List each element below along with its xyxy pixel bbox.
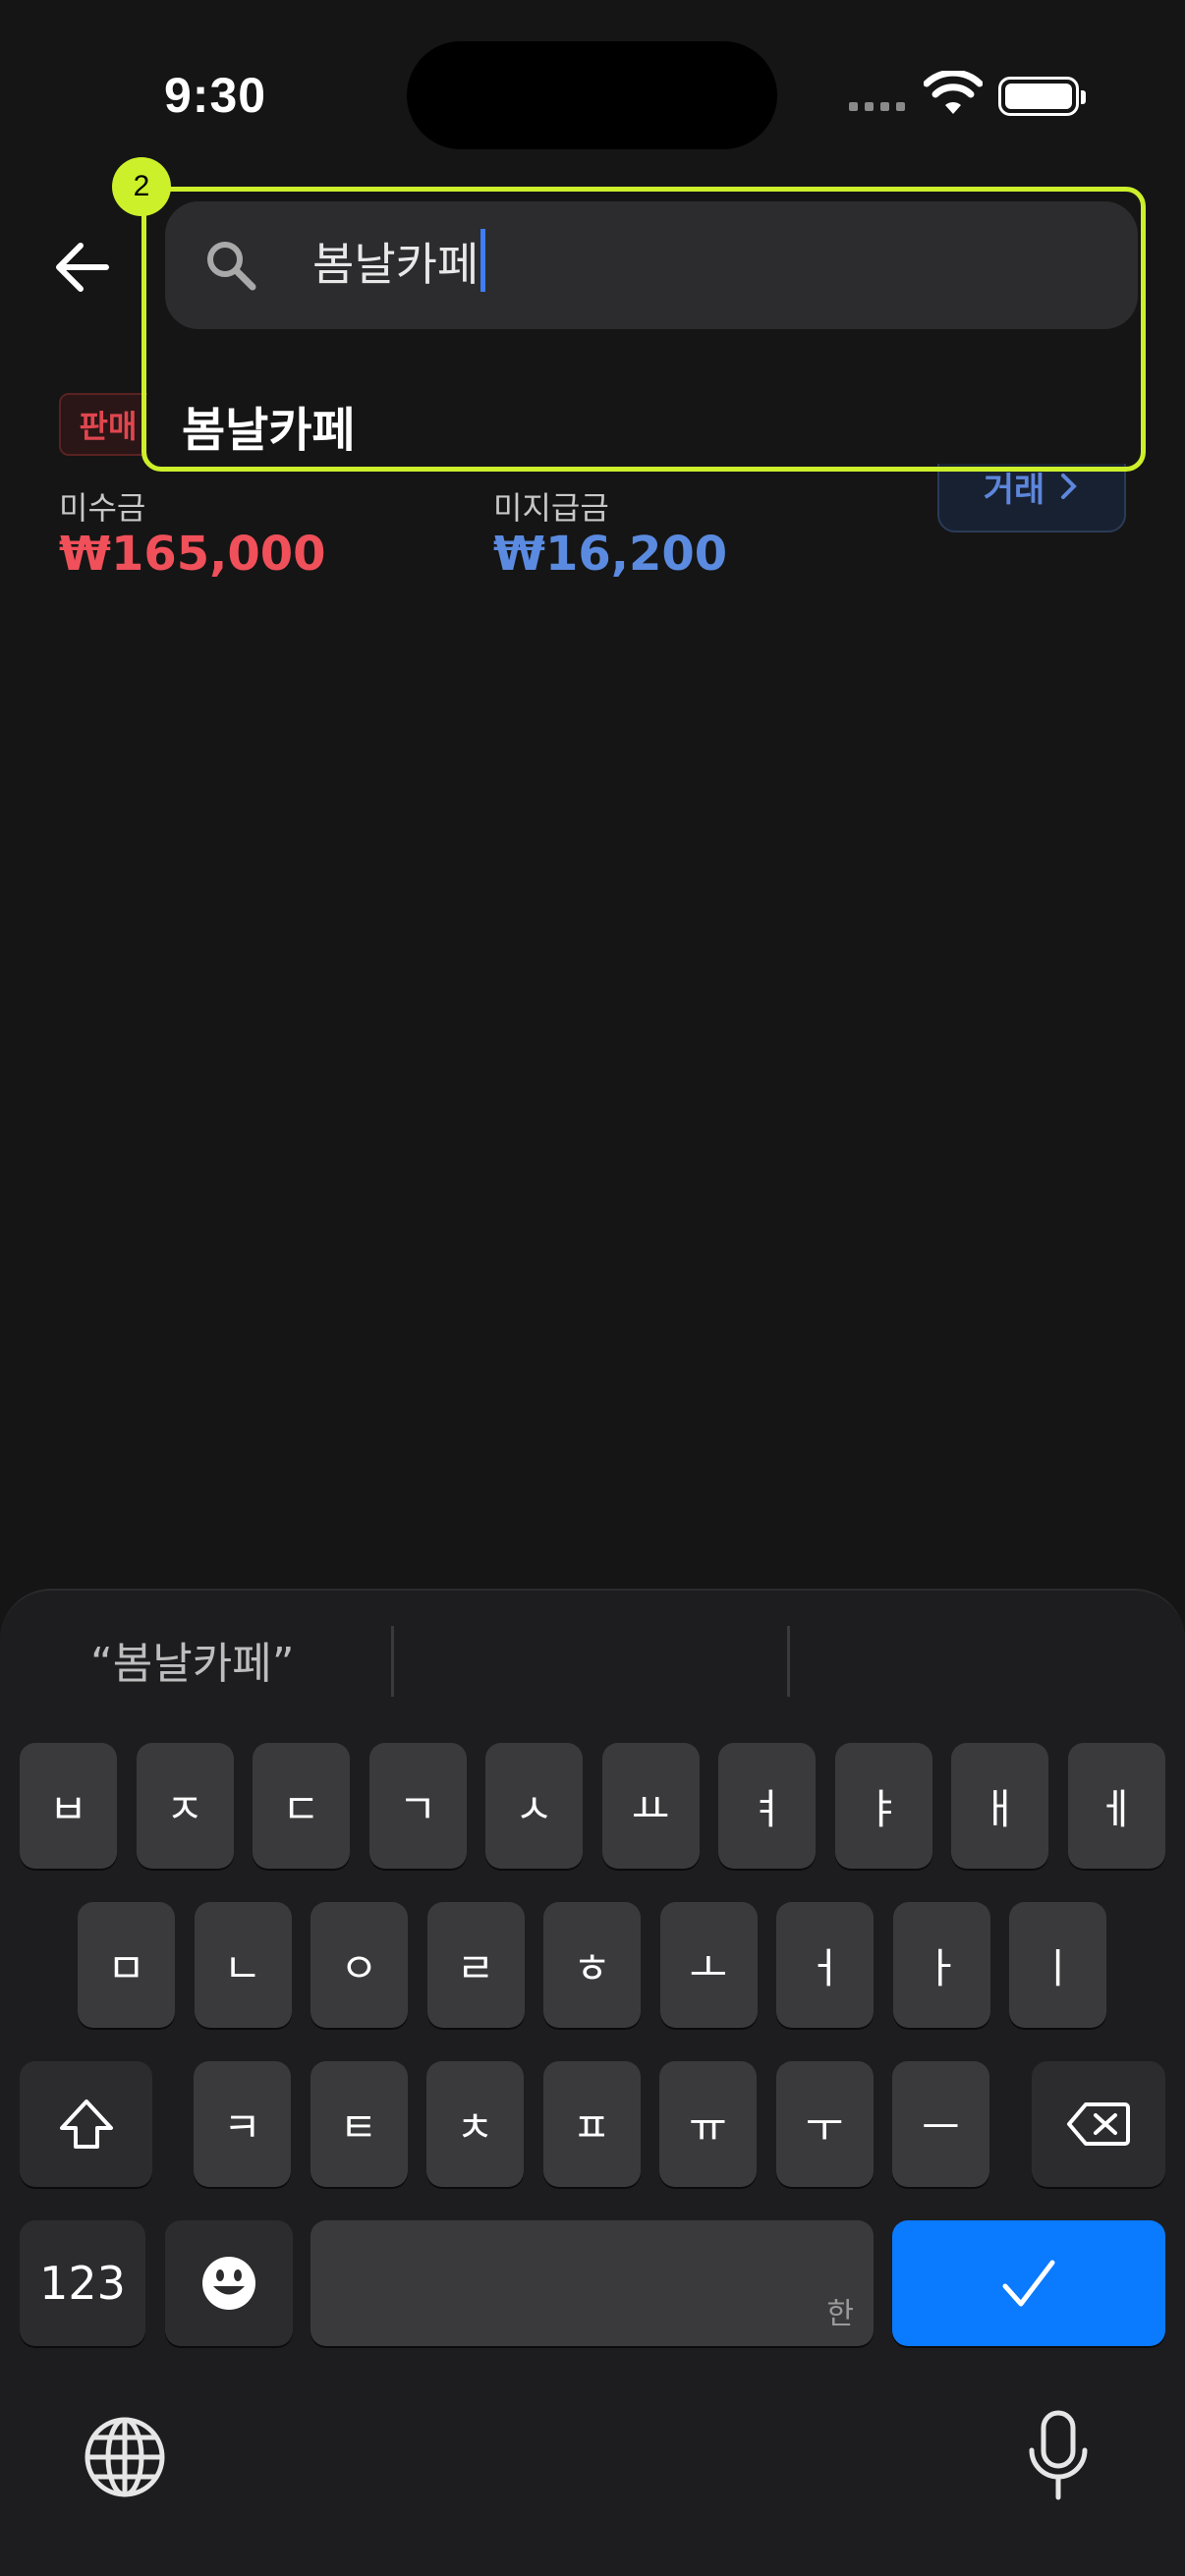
prediction-divider	[391, 1626, 394, 1697]
backspace-icon	[1067, 2102, 1130, 2146]
battery-icon	[998, 77, 1086, 116]
key-label: ㅋ	[223, 2102, 261, 2152]
key-row1-10[interactable]: ㅔ	[1067, 1743, 1165, 1869]
key-row1-7[interactable]: ㅕ	[718, 1743, 816, 1869]
receivable-label: 미수금	[59, 489, 146, 527]
key-row2-7[interactable]: ㅓ	[776, 1902, 874, 2028]
receivable-amount: ₩165,000	[59, 527, 326, 582]
dynamic-island	[407, 41, 777, 149]
key-label: ㅡ	[922, 2102, 960, 2152]
cellular-signal-icon	[849, 102, 905, 111]
payable-amount: ₩16,200	[493, 527, 728, 582]
key-row2-6[interactable]: ㅗ	[659, 1902, 758, 2028]
key-label: ㅠ	[689, 2102, 727, 2152]
language-hint: 한	[826, 2297, 854, 2331]
key-row3-2[interactable]: ㅌ	[310, 2061, 408, 2187]
key-row1-6[interactable]: ㅛ	[601, 1743, 700, 1869]
key-label: ㅣ	[1039, 1943, 1077, 1992]
key-label: ㅊ	[456, 2102, 494, 2152]
numbers-key-label: 123	[39, 2257, 126, 2310]
key-label: ㄴ	[223, 1943, 262, 1992]
numbers-key[interactable]: 123	[20, 2220, 145, 2346]
emoji-icon	[202, 2257, 255, 2310]
back-arrow-icon[interactable]	[51, 236, 114, 299]
emoji-key[interactable]	[165, 2220, 293, 2346]
key-label: ㄹ	[456, 1943, 495, 1992]
key-label: ㅇ	[340, 1943, 378, 1992]
globe-icon[interactable]	[83, 2415, 167, 2499]
key-label: ㅐ	[981, 1784, 1019, 1833]
key-row2-1[interactable]: ㅁ	[78, 1902, 175, 2028]
key-label: ㅈ	[165, 1784, 204, 1833]
key-label: ㅎ	[573, 1943, 611, 1992]
payable-label: 미지급금	[493, 489, 609, 527]
done-key[interactable]	[892, 2220, 1165, 2346]
prediction-divider	[787, 1626, 790, 1697]
key-label: ㅜ	[805, 2102, 844, 2152]
highlight-box	[141, 187, 1146, 472]
key-row3-4[interactable]: ㅍ	[542, 2061, 641, 2187]
prediction-1[interactable]: “봄날카페”	[90, 1628, 295, 1691]
key-row1-8[interactable]: ㅑ	[834, 1743, 932, 1869]
key-row1-5[interactable]: ㅅ	[485, 1743, 583, 1869]
key-label: ㅓ	[806, 1943, 844, 1992]
key-row1-4[interactable]: ㄱ	[368, 1743, 467, 1869]
key-row2-8[interactable]: ㅏ	[892, 1902, 990, 2028]
wifi-icon	[924, 71, 983, 114]
key-label: ㅅ	[515, 1784, 553, 1833]
key-label: ㄷ	[282, 1784, 320, 1833]
space-key[interactable]: 한	[310, 2220, 874, 2346]
key-label: ㅕ	[748, 1784, 786, 1833]
key-row2-3[interactable]: ㅇ	[310, 1902, 408, 2028]
key-label: ㅂ	[49, 1784, 87, 1833]
shift-key[interactable]	[20, 2061, 152, 2187]
key-label: ㅏ	[922, 1943, 961, 1992]
key-row3-1[interactable]: ㅋ	[194, 2061, 291, 2187]
key-row1-1[interactable]: ㅂ	[20, 1743, 117, 1869]
key-label: ㅍ	[572, 2102, 611, 2152]
key-label: ㅗ	[689, 1943, 728, 1992]
key-row2-4[interactable]: ㄹ	[426, 1902, 525, 2028]
key-row2-2[interactable]: ㄴ	[194, 1902, 292, 2028]
key-row1-9[interactable]: ㅐ	[951, 1743, 1048, 1869]
chevron-right-icon	[1061, 474, 1078, 499]
key-row2-5[interactable]: ㅎ	[543, 1902, 641, 2028]
delete-key[interactable]	[1032, 2061, 1165, 2187]
key-row3-6[interactable]: ㅜ	[775, 2061, 874, 2187]
key-row1-3[interactable]: ㄷ	[253, 1743, 350, 1869]
microphone-icon[interactable]	[1022, 2409, 1095, 2503]
key-label: ㅁ	[107, 1943, 145, 1992]
key-label: ㅑ	[864, 1784, 903, 1833]
shift-arrow-icon	[59, 2100, 113, 2149]
key-row1-2[interactable]: ㅈ	[136, 1743, 234, 1869]
key-label: ㅛ	[631, 1784, 670, 1833]
annotation-number-badge: 2	[112, 157, 171, 216]
checkmark-icon	[1002, 2260, 1055, 2307]
key-row3-5[interactable]: ㅠ	[659, 2061, 757, 2187]
key-label: ㅌ	[339, 2102, 378, 2152]
key-row3-3[interactable]: ㅊ	[426, 2061, 524, 2187]
key-label: ㄱ	[398, 1784, 437, 1833]
key-label: ㅔ	[1097, 1784, 1136, 1833]
key-row3-7[interactable]: ㅡ	[892, 2061, 989, 2187]
status-time: 9:30	[164, 68, 267, 123]
key-row2-9[interactable]: ㅣ	[1009, 1902, 1106, 2028]
